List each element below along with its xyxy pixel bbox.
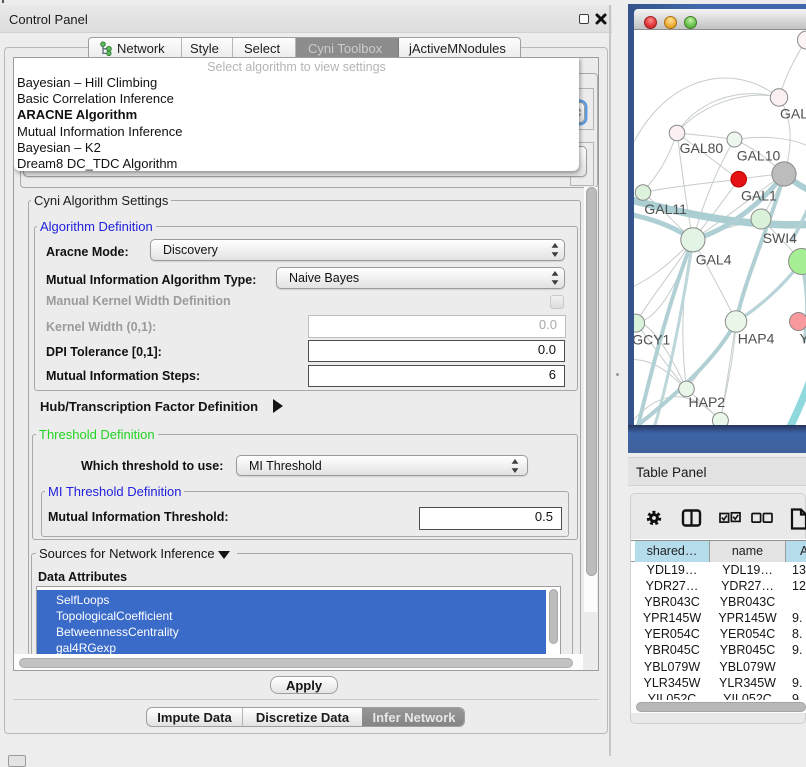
svg-text:Y: Y xyxy=(800,331,806,347)
svg-text:HAP4: HAP4 xyxy=(738,331,775,347)
svg-text:GAL1: GAL1 xyxy=(741,188,777,204)
svg-text:GAL80: GAL80 xyxy=(780,106,806,122)
svg-text:SWI4: SWI4 xyxy=(763,230,797,246)
svg-text:GAL80: GAL80 xyxy=(680,140,724,156)
svg-text:GAL11: GAL11 xyxy=(644,201,687,217)
svg-text:GAL10: GAL10 xyxy=(737,148,781,164)
svg-text:GCY1: GCY1 xyxy=(634,332,671,348)
svg-text:HAP2: HAP2 xyxy=(689,394,726,410)
svg-text:GAL4: GAL4 xyxy=(696,252,732,268)
